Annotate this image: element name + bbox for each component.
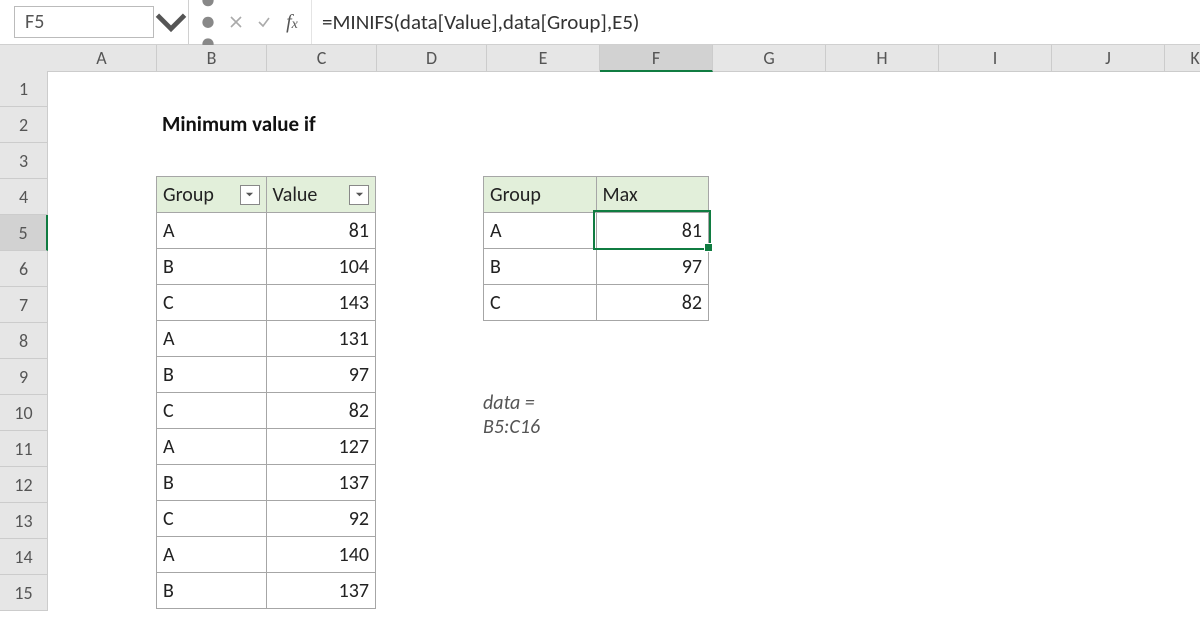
filter-dropdown-icon[interactable] <box>240 185 260 205</box>
select-all-corner[interactable] <box>0 45 48 72</box>
col-head-K[interactable]: K <box>1165 45 1200 72</box>
row-head-7[interactable]: 7 <box>0 287 48 323</box>
named-range-note: data = B5:C16 <box>483 391 540 439</box>
data-table-cell[interactable]: A <box>157 537 267 573</box>
data-table-cell[interactable]: 143 <box>267 285 376 321</box>
formula-input[interactable]: =MINIFS(data[Value],data[Group],E5) <box>311 0 1200 44</box>
header-label: Group <box>163 183 240 207</box>
row-head-5[interactable]: 5 <box>0 215 48 251</box>
col-head-B[interactable]: B <box>157 45 267 72</box>
row-head-4[interactable]: 4 <box>0 179 48 215</box>
col-head-F[interactable]: F <box>600 45 713 72</box>
formula-expand-icon[interactable] <box>195 0 221 44</box>
result-table-cell[interactable]: C <box>484 285 597 320</box>
result-table-cell[interactable]: 97 <box>597 249 709 285</box>
data-table-cell[interactable]: 81 <box>267 213 376 249</box>
page-title: Minimum value if <box>156 106 468 141</box>
col-head-C[interactable]: C <box>267 45 377 72</box>
row-head-6[interactable]: 6 <box>0 251 48 287</box>
data-table-cell[interactable]: 104 <box>267 249 376 285</box>
data-table-cell[interactable]: A <box>157 321 267 357</box>
data-table-cell[interactable]: 92 <box>267 501 376 537</box>
data-table-cell[interactable]: C <box>157 501 267 537</box>
row-head-3[interactable]: 3 <box>0 143 48 179</box>
name-box-dropdown[interactable] <box>154 0 189 44</box>
cancel-formula-icon[interactable] <box>223 0 249 44</box>
data-table-cell[interactable]: 82 <box>267 393 376 429</box>
result-table: GroupMaxA81B97C82 <box>483 176 709 321</box>
data-table-cell[interactable]: B <box>157 573 267 608</box>
result-table-header[interactable]: Max <box>597 177 709 213</box>
data-table-cell[interactable]: 131 <box>267 321 376 357</box>
row-head-2[interactable]: 2 <box>0 107 48 143</box>
row-head-1[interactable]: 1 <box>0 71 48 107</box>
row-head-14[interactable]: 14 <box>0 539 48 575</box>
data-table-cell[interactable]: A <box>157 429 267 465</box>
data-table-header[interactable]: Group <box>157 177 267 213</box>
row-head-10[interactable]: 10 <box>0 395 48 431</box>
data-table: GroupValueA81B104C143A131B97C82A127B137C… <box>156 176 376 609</box>
data-table-cell[interactable]: B <box>157 249 267 285</box>
result-table-cell[interactable]: A <box>484 213 597 249</box>
col-head-J[interactable]: J <box>1052 45 1165 72</box>
data-table-cell[interactable]: 137 <box>267 573 376 608</box>
result-table-cell[interactable]: B <box>484 249 597 285</box>
data-table-cell[interactable]: 137 <box>267 465 376 501</box>
row-head-13[interactable]: 13 <box>0 503 48 539</box>
col-head-D[interactable]: D <box>377 45 487 72</box>
row-head-9[interactable]: 9 <box>0 359 48 395</box>
data-table-cell[interactable]: C <box>157 393 267 429</box>
row-head-8[interactable]: 8 <box>0 323 48 359</box>
data-table-cell[interactable]: 140 <box>267 537 376 573</box>
col-head-A[interactable]: A <box>47 45 157 72</box>
enter-formula-icon[interactable] <box>251 0 277 44</box>
formula-bar: F5 fx =MINIFS(data[Value],data[Group],E5… <box>0 0 1200 45</box>
row-head-11[interactable]: 11 <box>0 431 48 467</box>
data-table-cell[interactable]: B <box>157 357 267 393</box>
header-label: Value <box>273 183 350 207</box>
row-head-12[interactable]: 12 <box>0 467 48 503</box>
insert-function-button[interactable]: fx <box>279 0 305 44</box>
data-table-cell[interactable]: 97 <box>267 357 376 393</box>
col-head-G[interactable]: G <box>713 45 826 72</box>
filter-dropdown-icon[interactable] <box>349 185 369 205</box>
result-table-cell[interactable]: 81 <box>597 213 709 249</box>
data-table-cell[interactable]: C <box>157 285 267 321</box>
col-head-I[interactable]: I <box>939 45 1052 72</box>
name-box[interactable]: F5 <box>14 6 154 38</box>
col-head-E[interactable]: E <box>487 45 600 72</box>
result-table-cell[interactable]: 82 <box>597 285 709 320</box>
data-table-cell[interactable]: B <box>157 465 267 501</box>
row-head-15[interactable]: 15 <box>0 575 48 611</box>
data-table-cell[interactable]: 127 <box>267 429 376 465</box>
data-table-cell[interactable]: A <box>157 213 267 249</box>
col-head-H[interactable]: H <box>826 45 939 72</box>
data-table-header[interactable]: Value <box>267 177 376 213</box>
result-table-header[interactable]: Group <box>484 177 597 213</box>
